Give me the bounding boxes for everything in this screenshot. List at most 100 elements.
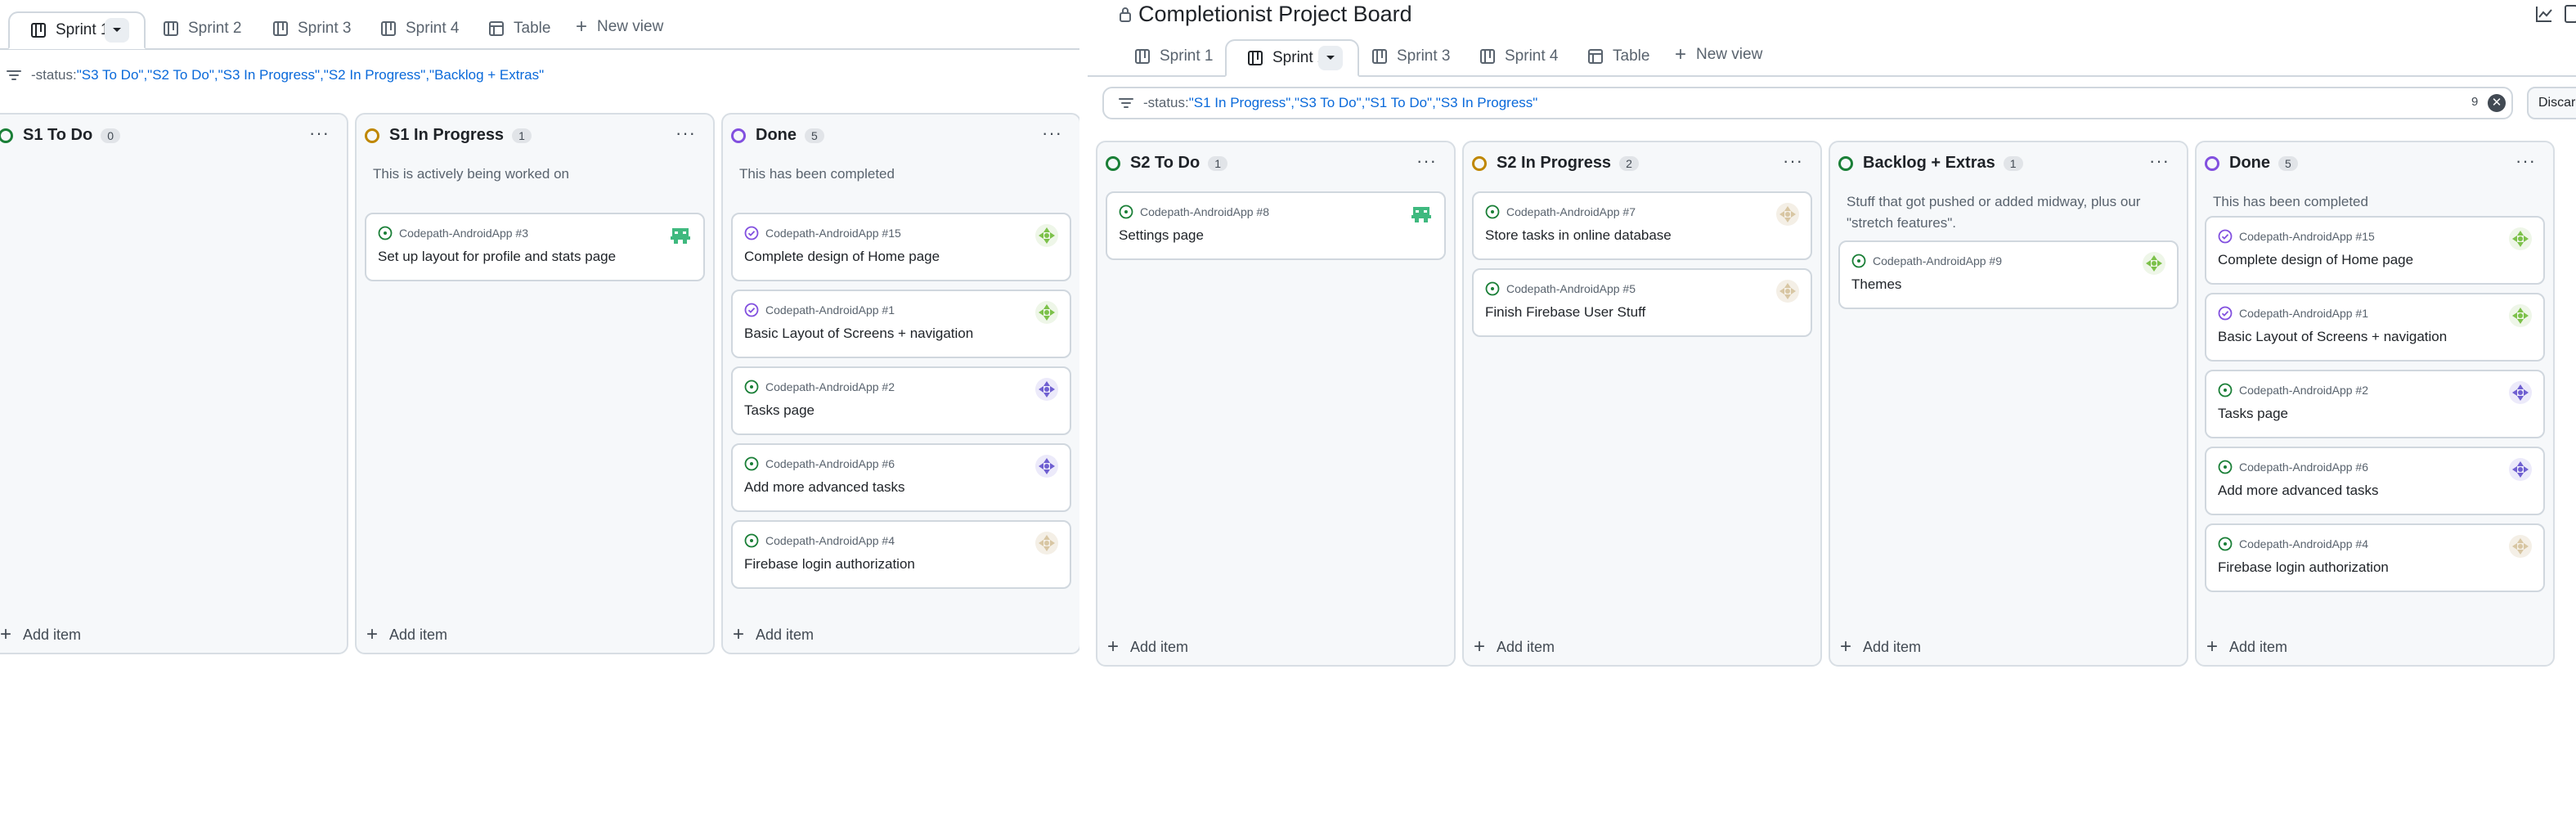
assignee-avatar[interactable] — [669, 224, 692, 247]
card-title[interactable]: Settings page — [1119, 227, 1204, 244]
assignee-avatar[interactable] — [2143, 252, 2165, 275]
column-menu-kebab-icon[interactable]: ··· — [2149, 150, 2170, 172]
issue-card[interactable]: Codepath-AndroidApp #15 Complete design o… — [731, 213, 1071, 281]
layout-icon[interactable] — [2565, 5, 2576, 23]
add-item-button[interactable]: + Add item — [1840, 636, 1921, 658]
column-done: Done 5 ··· This has been completed Codepath-… — [2195, 141, 2555, 667]
card-repo-number: Codepath-AndroidApp #6 — [765, 457, 895, 470]
tab-sprint-4[interactable]: Sprint 4 — [1480, 47, 1558, 65]
left-filter-bar[interactable]: -status: "S3 To Do","S2 To Do","S3 In Pr… — [7, 67, 544, 83]
tab-table[interactable]: Table — [1588, 47, 1649, 65]
card-title[interactable]: Tasks page — [2218, 406, 2288, 422]
card-title[interactable]: Tasks page — [744, 402, 815, 419]
issue-card[interactable]: Codepath-AndroidApp #5 Finish Firebase Us… — [1472, 268, 1812, 337]
issue-closed-icon — [744, 303, 759, 317]
issue-open-icon — [1851, 254, 1866, 268]
card-title[interactable]: Basic Layout of Screens + navigation — [744, 326, 973, 342]
issue-card[interactable]: Codepath-AndroidApp #4 Firebase login aut… — [2205, 523, 2545, 592]
card-title[interactable]: Store tasks in online database — [1485, 227, 1672, 244]
add-item-button[interactable]: + Add item — [2206, 636, 2287, 658]
column-menu-kebab-icon[interactable]: ··· — [675, 123, 696, 144]
right-project-pane: Completionist Project Board Sprint 1 Spri… — [1088, 0, 2576, 667]
column-menu-kebab-icon[interactable]: ··· — [1416, 150, 1437, 172]
add-item-button[interactable]: + Add item — [733, 623, 814, 646]
assignee-avatar[interactable] — [1035, 301, 1058, 324]
add-item-button[interactable]: + Add item — [366, 623, 447, 646]
add-item-button[interactable]: + Add item — [1474, 636, 1555, 658]
add-item-button[interactable]: + Add item — [1107, 636, 1188, 658]
card-title[interactable]: Firebase login authorization — [744, 556, 915, 573]
card-title[interactable]: Firebase login authorization — [2218, 559, 2389, 576]
issue-card[interactable]: Codepath-AndroidApp #2 Tasks page — [2205, 370, 2545, 438]
clear-filter-icon[interactable]: ✕ — [2488, 94, 2506, 112]
assignee-avatar[interactable] — [1035, 455, 1058, 478]
left-project-pane: Sprint 1 Sprint 2 Sprint 3 Sprint 4 Table + Ne… — [0, 0, 1079, 654]
issue-card[interactable]: Codepath-AndroidApp #6 Add more advanced … — [731, 443, 1071, 512]
card-title[interactable]: Basic Layout of Screens + navigation — [2218, 329, 2447, 345]
card-title[interactable]: Themes — [1851, 276, 1901, 293]
assignee-avatar[interactable] — [1035, 224, 1058, 247]
tab-table[interactable]: Table — [489, 20, 550, 38]
card-meta: Codepath-AndroidApp #15 — [744, 226, 901, 240]
view-options-chevron-down-icon[interactable] — [1318, 46, 1343, 70]
tab-sprint-3[interactable]: Sprint 3 — [273, 20, 351, 38]
column-title: S1 To Do — [23, 126, 93, 144]
project-title-text: Completionist Project Board — [1138, 2, 1412, 26]
tab-sprint-3[interactable]: Sprint 3 — [1372, 47, 1450, 65]
filter-qualifier: -status: — [1143, 95, 1189, 110]
card-title[interactable]: Add more advanced tasks — [2218, 483, 2379, 499]
add-item-button[interactable]: + Add item — [0, 623, 81, 646]
issue-card[interactable]: Codepath-AndroidApp #1 Basic Layout of Sc… — [731, 290, 1071, 358]
issue-card[interactable]: Codepath-AndroidApp #4 Firebase login aut… — [731, 520, 1071, 589]
card-title[interactable]: Complete design of Home page — [744, 249, 940, 265]
assignee-avatar[interactable] — [1410, 203, 1433, 226]
issue-card[interactable]: Codepath-AndroidApp #15 Complete design o… — [2205, 216, 2545, 285]
assignee-avatar[interactable] — [2509, 227, 2532, 250]
issue-card[interactable]: Codepath-AndroidApp #3 Set up layout for … — [365, 213, 705, 281]
issue-card[interactable]: Codepath-AndroidApp #8 Settings page — [1106, 191, 1446, 260]
column-header: S2 In Progress 2 — [1472, 154, 1639, 173]
plus-icon: + — [1675, 43, 1687, 65]
column-count-badge: 0 — [101, 128, 120, 143]
column-count-badge: 1 — [1208, 155, 1227, 171]
card-title[interactable]: Add more advanced tasks — [744, 479, 905, 496]
insights-icon[interactable] — [2535, 5, 2553, 27]
tab-new-view[interactable]: + New view — [1675, 43, 1762, 65]
right-filter-bar[interactable]: -status: "S1 In Progress","S3 To Do","S1… — [1119, 95, 1537, 111]
assignee-avatar[interactable] — [2509, 381, 2532, 404]
assignee-avatar[interactable] — [1776, 280, 1799, 303]
issue-card[interactable]: Codepath-AndroidApp #9 Themes — [1838, 240, 2179, 309]
assignee-avatar[interactable] — [2509, 304, 2532, 327]
tab-new-view[interactable]: + New view — [576, 17, 663, 37]
issue-card[interactable]: Codepath-AndroidApp #2 Tasks page — [731, 366, 1071, 435]
card-meta: Codepath-AndroidApp #2 — [744, 380, 895, 394]
assignee-avatar[interactable] — [1035, 532, 1058, 555]
tab-sprint-4[interactable]: Sprint 4 — [381, 20, 459, 38]
view-options-chevron-down-icon[interactable] — [105, 18, 129, 43]
table-icon — [489, 21, 504, 36]
card-title[interactable]: Complete design of Home page — [2218, 252, 2413, 268]
column-menu-kebab-icon[interactable]: ··· — [1783, 150, 1803, 172]
column-header: S1 To Do 0 — [0, 126, 120, 145]
assignee-avatar[interactable] — [1035, 378, 1058, 401]
issue-card[interactable]: Codepath-AndroidApp #1 Basic Layout of Sc… — [2205, 293, 2545, 362]
column-menu-kebab-icon[interactable]: ··· — [1042, 123, 1062, 144]
card-title[interactable]: Set up layout for profile and stats page — [378, 249, 616, 265]
issue-closed-icon — [2218, 306, 2233, 321]
card-title[interactable]: Finish Firebase User Stuff — [1485, 304, 1645, 321]
issue-card[interactable]: Codepath-AndroidApp #7 Store tasks in onl… — [1472, 191, 1812, 260]
assignee-avatar[interactable] — [2509, 535, 2532, 558]
discard-button[interactable]: Discar — [2527, 87, 2576, 119]
column-menu-kebab-icon[interactable]: ··· — [2515, 150, 2536, 172]
tab-sprint-2[interactable]: Sprint 2 — [164, 20, 241, 38]
column-menu-kebab-icon[interactable]: ··· — [309, 123, 330, 144]
column-count-badge: 1 — [512, 128, 532, 143]
issue-open-icon — [2218, 460, 2233, 474]
assignee-avatar[interactable] — [1776, 203, 1799, 226]
issue-card[interactable]: Codepath-AndroidApp #6 Add more advanced … — [2205, 447, 2545, 515]
card-meta: Codepath-AndroidApp #2 — [2218, 383, 2368, 398]
card-repo-number: Codepath-AndroidApp #1 — [2239, 307, 2369, 320]
assignee-avatar[interactable] — [2509, 458, 2532, 481]
tab-sprint-1[interactable]: Sprint 1 — [1135, 47, 1213, 65]
board-icon — [31, 23, 46, 38]
